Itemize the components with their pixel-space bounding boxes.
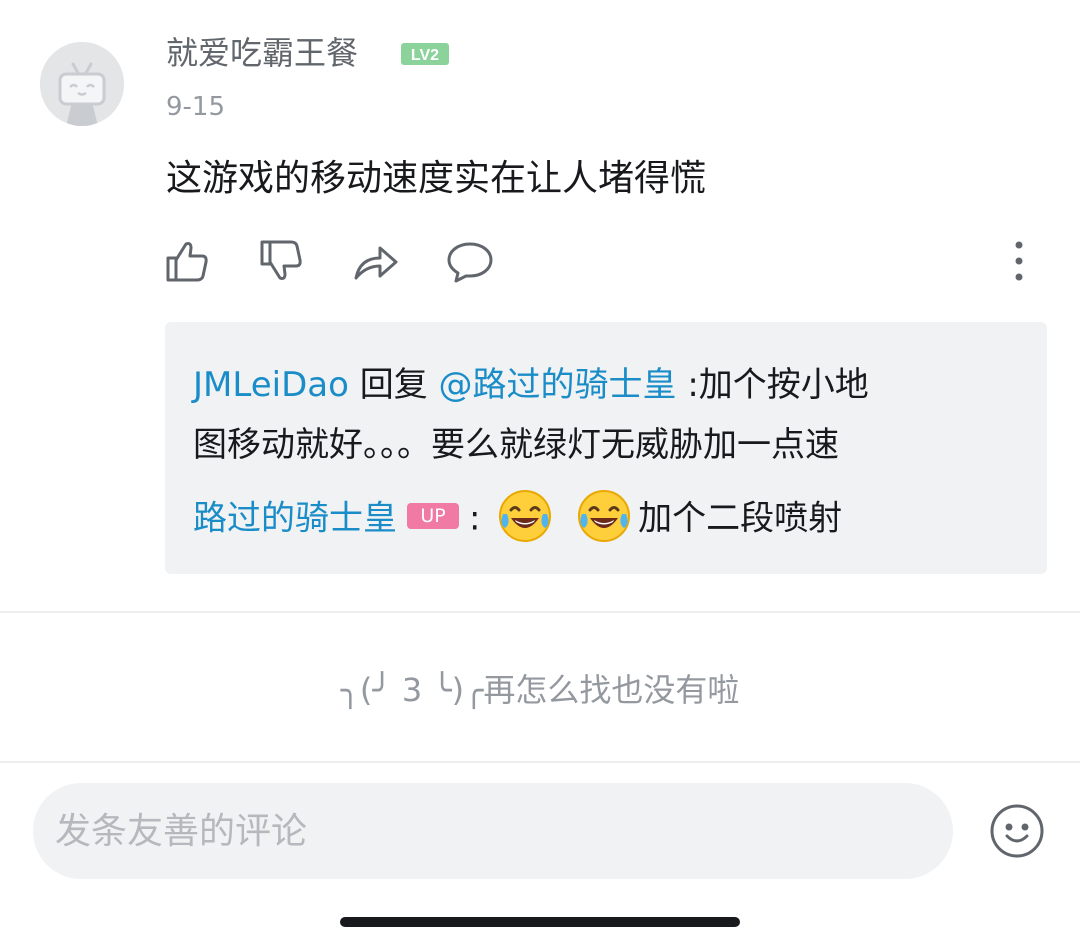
more-vertical-icon[interactable] (1000, 236, 1040, 286)
reply-text-up: 加个二段喷射 (638, 498, 843, 539)
reply-preview-box[interactable]: JMLeiDao 回复 @路过的骑士皇 :加个按小地 图移动就好。。。要么就绿灯… (165, 322, 1047, 574)
comment-date: 9-15 (166, 92, 226, 122)
divider (0, 761, 1080, 763)
comment-input[interactable] (33, 783, 953, 879)
comment-text: 这游戏的移动速度实在让人堵得慌 (166, 158, 707, 199)
level-badge-text: LV2 (411, 47, 439, 64)
reply-separator: : (469, 498, 481, 539)
reply-author-up[interactable]: 路过的骑士皇 (193, 499, 397, 539)
up-badge: UP (407, 503, 459, 529)
reply-mention[interactable]: @路过的骑士皇 (439, 365, 677, 405)
comment-icon[interactable] (446, 236, 494, 286)
reply-author[interactable]: JMLeiDao (193, 365, 349, 405)
laughing-crying-emoji-icon (499, 490, 552, 542)
end-of-list-message: ╮(╯ 3 ╰)╭再怎么找也没有啦 (340, 671, 740, 709)
smiley-icon[interactable] (988, 802, 1046, 860)
username[interactable]: 就爱吃霸王餐 (166, 30, 358, 76)
divider (0, 611, 1080, 613)
laughing-crying-emoji-icon (578, 490, 631, 542)
reply-line-2: 路过的骑士皇 UP: 加个二段喷射 (193, 490, 843, 548)
reply-verb: 回复 (348, 365, 439, 405)
share-icon[interactable] (352, 236, 400, 286)
reply-text-part2: 图移动就好。。。要么就绿灯无威胁加一点速 (193, 425, 839, 465)
level-badge-icon: LV2 (401, 43, 449, 65)
home-indicator (340, 917, 740, 927)
default-avatar-icon (40, 42, 124, 126)
thumbs-down-icon[interactable] (258, 236, 306, 286)
thumbs-up-icon[interactable] (164, 236, 212, 286)
reply-line-1: JMLeiDao 回复 @路过的骑士皇 :加个按小地 (193, 362, 869, 408)
avatar[interactable] (40, 42, 124, 126)
reply-text-part1: :加个按小地 (676, 365, 869, 405)
